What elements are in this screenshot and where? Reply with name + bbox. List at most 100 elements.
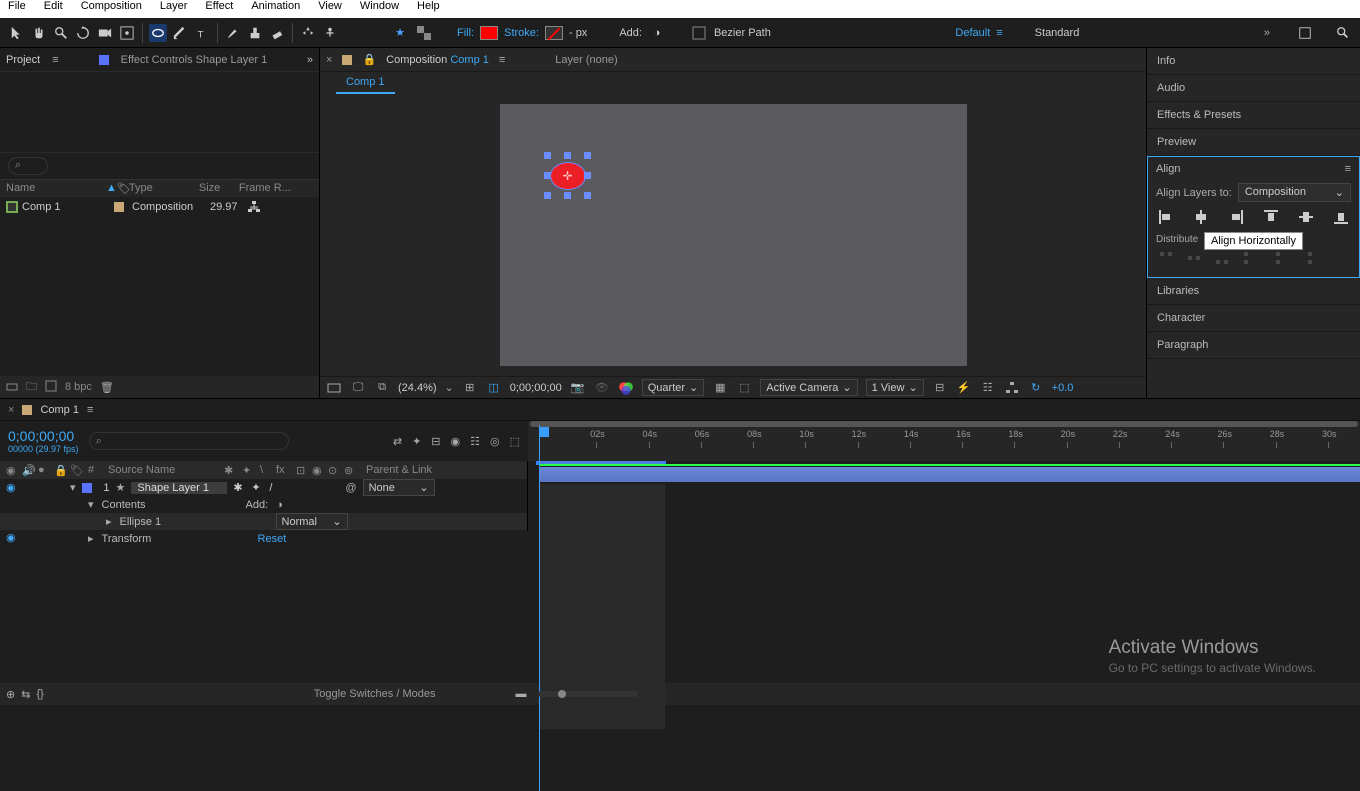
parent-header[interactable]: Parent & Link (366, 464, 458, 476)
handle-mr[interactable] (584, 172, 591, 179)
header-size[interactable]: Size (199, 182, 239, 195)
panel-audio[interactable]: Audio (1147, 75, 1360, 102)
lock-icon[interactable]: 🔒 (362, 53, 376, 66)
source-header[interactable]: Source Name (108, 464, 218, 476)
handle-ml[interactable] (544, 172, 551, 179)
dist-right-button[interactable] (1296, 249, 1316, 267)
tag-icon[interactable]: 🏷 (117, 182, 129, 195)
comp-breadcrumb[interactable]: Composition Comp 1 (386, 54, 489, 66)
pixel-aspect-icon[interactable]: ⊟ (932, 380, 948, 396)
anchor-tool[interactable] (118, 24, 136, 42)
layer-row[interactable]: ◉ ▾ 1 ★ Shape Layer 1 ✱✦/ @ None⌄ (0, 479, 527, 496)
star-icon[interactable]: ★ (391, 24, 409, 42)
resolution-icon[interactable]: ⊞ (462, 380, 478, 396)
timeline-comp-tab[interactable]: Comp 1 (40, 404, 79, 416)
time-indicator-line[interactable] (539, 425, 540, 791)
panel-info[interactable]: Info (1147, 48, 1360, 75)
eraser-tool[interactable] (268, 24, 286, 42)
menu-help[interactable]: Help (417, 0, 440, 18)
current-timecode[interactable]: 0;00;00;00 (510, 382, 562, 394)
menu-composition[interactable]: Composition (81, 0, 142, 18)
layer-name[interactable]: Shape Layer 1 (131, 482, 227, 494)
panel-menu-icon[interactable]: ≡ (52, 54, 58, 66)
panel-character[interactable]: Character (1147, 305, 1360, 332)
twirl-icon[interactable]: ▾ (88, 498, 94, 511)
type-tool[interactable]: T (193, 24, 211, 42)
time-ruler[interactable]: 02s04s06s08s10s12s14s16s18s20s22s24s26s2… (528, 421, 1360, 461)
eye-col-icon[interactable]: ◉ (6, 464, 16, 477)
hash-header[interactable]: # (88, 464, 102, 476)
align-top-button[interactable] (1261, 208, 1281, 226)
sort-icon[interactable]: ▲ (106, 182, 117, 195)
zoom-tool[interactable] (52, 24, 70, 42)
stroke-px[interactable]: - px (569, 27, 587, 39)
timeline-tracks[interactable] (528, 461, 1360, 531)
overflow-icon[interactable]: » (307, 54, 313, 66)
camera-select[interactable]: Active Camera ⌄ (760, 379, 857, 396)
toggle-switch-icon[interactable]: ⇆ (21, 688, 30, 701)
align-target-select[interactable]: Composition⌄ (1238, 183, 1351, 202)
flowchart-icon[interactable] (1004, 380, 1020, 396)
viewport[interactable]: ✛ (320, 94, 1146, 376)
chevron-down-icon[interactable]: ⌄ (445, 381, 454, 394)
close-tab-icon[interactable]: × (8, 404, 14, 416)
rotate-tool[interactable] (74, 24, 92, 42)
header-type[interactable]: Type (129, 182, 199, 195)
stroke-swatch[interactable] (545, 26, 563, 40)
playhead[interactable] (539, 427, 549, 437)
camera-tool[interactable] (96, 24, 114, 42)
zoom-out-icon[interactable]: ▬ (515, 688, 526, 700)
dist-vcenter-button[interactable] (1184, 249, 1204, 267)
menu-layer[interactable]: Layer (160, 0, 188, 18)
ellipse-tool[interactable] (149, 24, 167, 42)
align-title[interactable]: Align (1156, 163, 1180, 175)
menu-window[interactable]: Window (360, 0, 399, 18)
effect-controls-tab[interactable]: Effect Controls Shape Layer 1 (121, 54, 268, 66)
exposure-value[interactable]: +0.0 (1052, 382, 1074, 394)
panel-preview[interactable]: Preview (1147, 129, 1360, 156)
puppet-tool[interactable] (321, 24, 339, 42)
frame-blend-icon[interactable]: ⊟ (431, 435, 440, 448)
panel-snap-icon[interactable] (1296, 24, 1314, 42)
flowchart-icon[interactable] (248, 201, 260, 213)
layer-label-color[interactable] (82, 483, 92, 493)
comp-subtab[interactable]: Comp 1 (336, 72, 395, 94)
work-area-scrollbar[interactable] (530, 421, 1358, 427)
parent-select[interactable]: None⌄ (363, 479, 435, 496)
audio-col-icon[interactable]: 🔊 (22, 464, 32, 477)
channel-icon[interactable] (618, 380, 634, 396)
align-hcenter-button[interactable] (1191, 208, 1211, 226)
menu-file[interactable]: File (8, 0, 26, 18)
align-left-button[interactable] (1156, 208, 1176, 226)
solo-col-icon[interactable]: ● (38, 464, 48, 476)
display-icon[interactable]: 🖵 (350, 380, 366, 396)
twirl-right-icon[interactable]: ▸ (106, 515, 112, 528)
menu-edit[interactable]: Edit (44, 0, 63, 18)
visibility-toggle[interactable]: ◉ (0, 531, 12, 683)
timeline-icon[interactable]: ☷ (980, 380, 996, 396)
handle-tc[interactable] (564, 152, 571, 159)
panel-menu-icon[interactable]: ≡ (87, 404, 93, 416)
switches2-icon[interactable]: ✦ (242, 464, 254, 477)
panel-libraries[interactable]: Libraries (1147, 278, 1360, 305)
handle-bc[interactable] (564, 192, 571, 199)
expand-icon[interactable]: ⊕ (6, 688, 15, 701)
menu-animation[interactable]: Animation (251, 0, 300, 18)
reset-exposure-icon[interactable]: ↻ (1028, 380, 1044, 396)
lock-col-icon[interactable]: 🔒 (54, 464, 64, 477)
graph-icon[interactable]: ☷ (470, 435, 480, 448)
project-item[interactable]: Comp 1 Composition 29.97 (0, 197, 319, 217)
blend-mode-select[interactable]: Normal⌄ (276, 513, 348, 530)
visibility-toggle[interactable]: ◉ (6, 481, 16, 494)
selected-shape[interactable]: ✛ (544, 152, 592, 200)
hand-tool[interactable] (30, 24, 48, 42)
roto-tool[interactable] (299, 24, 317, 42)
layer-none-tab[interactable]: Layer (none) (555, 54, 617, 66)
3d-view-icon[interactable]: ⬚ (736, 380, 752, 396)
clone-tool[interactable] (246, 24, 264, 42)
panel-menu-icon[interactable]: ≡ (1345, 163, 1351, 175)
show-snapshot-icon[interactable]: 👁 (594, 380, 610, 396)
handle-tl[interactable] (544, 152, 551, 159)
brainstorm-icon[interactable]: ◎ (490, 435, 500, 448)
checker-icon[interactable] (415, 24, 433, 42)
